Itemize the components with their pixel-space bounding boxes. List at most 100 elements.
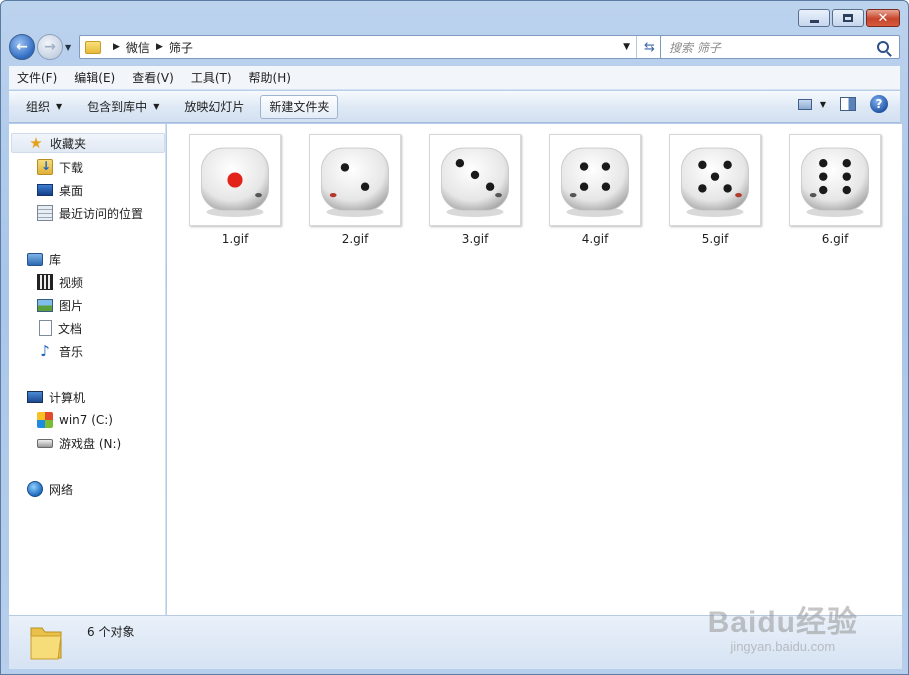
file-item[interactable]: 2.gif xyxy=(307,134,403,246)
organize-button[interactable]: 组织 ▼ xyxy=(18,95,70,119)
menu-edit[interactable]: 编辑(E) xyxy=(74,69,115,86)
dice-side-pip xyxy=(809,193,817,198)
sidebar-item-drive-n[interactable]: 游戏盘 (N:) xyxy=(9,433,121,453)
file-thumbnail xyxy=(189,134,281,226)
file-thumbnail xyxy=(549,134,641,226)
search-input[interactable]: 搜索 筛子 xyxy=(669,39,877,56)
file-thumbnail xyxy=(429,134,521,226)
back-button[interactable]: ← xyxy=(9,34,35,60)
video-icon xyxy=(37,274,53,290)
sidebar-item-label: 视频 xyxy=(59,275,84,290)
sidebar-item-drive-c[interactable]: win7 (C:) xyxy=(9,410,113,430)
sidebar-item-downloads[interactable]: 下载 xyxy=(9,157,83,177)
sidebar-item-label: 网络 xyxy=(49,482,74,497)
forward-arrow-icon: → xyxy=(44,39,56,55)
caption-buttons: ✕ xyxy=(798,9,900,27)
sidebar-item-desktop[interactable]: 桌面 xyxy=(9,180,83,200)
navigation-pane: ★ 收藏夹 下载 桌面 最近访问的位置 库 视频 图片 文档 xyxy=(9,124,166,615)
dice-pip xyxy=(579,182,589,191)
refresh-icon: ⇆ xyxy=(644,39,655,55)
maximize-icon xyxy=(843,14,853,22)
sidebar-item-pictures[interactable]: 图片 xyxy=(9,295,83,315)
dice-pip xyxy=(819,172,828,181)
file-name: 3.gif xyxy=(461,232,489,246)
sidebar-item-label: 计算机 xyxy=(49,390,86,405)
include-in-library-button[interactable]: 包含到库中 ▼ xyxy=(79,95,167,119)
menu-help[interactable]: 帮助(H) xyxy=(249,69,291,86)
folder-icon xyxy=(30,627,62,660)
breadcrumb-item[interactable]: 微信 xyxy=(126,39,150,56)
preview-pane-icon[interactable] xyxy=(840,97,856,111)
desktop-icon xyxy=(37,184,53,196)
sidebar-item-label: win7 (C:) xyxy=(59,413,113,427)
sidebar-item-music[interactable]: ♪ 音乐 xyxy=(9,341,83,361)
dice-pip xyxy=(485,182,495,191)
new-folder-button[interactable]: 新建文件夹 xyxy=(260,94,339,119)
recent-pages-dropdown[interactable]: ▼ xyxy=(65,43,75,52)
close-button[interactable]: ✕ xyxy=(866,9,900,27)
dice-icon xyxy=(440,147,510,217)
breadcrumb-item[interactable]: 筛子 xyxy=(169,39,193,56)
sidebar-item-recent-places[interactable]: 最近访问的位置 xyxy=(9,203,143,223)
sidebar-item-documents[interactable]: 文档 xyxy=(9,318,82,338)
dice-side-pip xyxy=(495,193,502,198)
dice-pip xyxy=(227,172,243,188)
forward-button[interactable]: → xyxy=(37,34,63,60)
item-count: 6 个对象 xyxy=(87,625,135,639)
dice-body xyxy=(440,147,510,211)
dice-pip xyxy=(601,162,611,171)
file-item[interactable]: 1.gif xyxy=(187,134,283,246)
sidebar-item-computer[interactable]: 计算机 xyxy=(9,387,85,407)
change-view-button[interactable]: ▼ xyxy=(797,98,826,110)
dice-pip xyxy=(710,172,720,181)
address-bar[interactable]: ▶ 微信 ▶ 筛子 ▼ ⇆ xyxy=(79,35,663,59)
music-note-icon: ♪ xyxy=(40,342,50,360)
sidebar-item-network[interactable]: 网络 xyxy=(9,479,73,499)
help-icon[interactable]: ? xyxy=(870,95,888,113)
file-item[interactable]: 4.gif xyxy=(547,134,643,246)
sidebar-item-label: 音乐 xyxy=(59,344,84,359)
dice-pip xyxy=(698,160,707,170)
slideshow-label: 放映幻灯片 xyxy=(184,100,245,114)
folder-icon xyxy=(85,40,101,54)
sidebar-item-favorites[interactable]: ★ 收藏夹 xyxy=(11,133,165,153)
search-icon[interactable] xyxy=(877,41,889,53)
organize-label: 组织 xyxy=(26,100,51,114)
slideshow-button[interactable]: 放映幻灯片 xyxy=(176,95,252,119)
dice-side-pip xyxy=(329,193,337,198)
network-icon xyxy=(27,481,43,497)
minimize-button[interactable] xyxy=(798,9,830,27)
menu-tools[interactable]: 工具(T) xyxy=(191,69,232,86)
address-dropdown-icon[interactable]: ▼ xyxy=(623,42,630,52)
dice-pip xyxy=(601,182,611,191)
search-box[interactable]: 搜索 筛子 xyxy=(660,35,900,59)
maximize-button[interactable] xyxy=(832,9,864,27)
dice-icon xyxy=(320,147,390,217)
dice-pip xyxy=(819,159,828,168)
dice-pip xyxy=(455,159,465,168)
breadcrumb-separator-icon[interactable]: ▶ xyxy=(156,42,163,52)
file-item[interactable]: 5.gif xyxy=(667,134,763,246)
navigation-row: ← → ▼ ▶ 微信 ▶ 筛子 ▼ ⇆ 搜索 筛子 xyxy=(9,33,900,61)
sidebar-item-videos[interactable]: 视频 xyxy=(9,272,83,292)
dice-side-pip xyxy=(569,193,577,198)
file-item[interactable]: 3.gif xyxy=(427,134,523,246)
menu-view[interactable]: 查看(V) xyxy=(132,69,174,86)
dice-body xyxy=(320,147,390,211)
sidebar-item-label: 库 xyxy=(49,252,62,267)
file-thumbnail xyxy=(309,134,401,226)
refresh-button[interactable]: ⇆ xyxy=(636,36,662,58)
new-folder-label: 新建文件夹 xyxy=(269,100,330,114)
dice-icon xyxy=(560,147,630,217)
menu-bar: 文件(F) 编辑(E) 查看(V) 工具(T) 帮助(H) xyxy=(9,66,900,90)
file-item[interactable]: 6.gif xyxy=(787,134,883,246)
file-name: 6.gif xyxy=(821,232,849,246)
breadcrumb-separator-icon[interactable]: ▶ xyxy=(113,42,120,52)
sidebar-item-libraries[interactable]: 库 xyxy=(9,249,61,269)
dice-icon xyxy=(200,147,270,217)
sidebar-item-label: 收藏夹 xyxy=(50,136,87,151)
menu-file[interactable]: 文件(F) xyxy=(17,69,57,86)
explorer-window: ✕ ← → ▼ ▶ 微信 ▶ 筛子 ▼ ⇆ 搜索 筛子 文件(F) 编辑(E) … xyxy=(0,0,909,675)
file-thumbnail xyxy=(789,134,881,226)
file-name: 2.gif xyxy=(341,232,369,246)
